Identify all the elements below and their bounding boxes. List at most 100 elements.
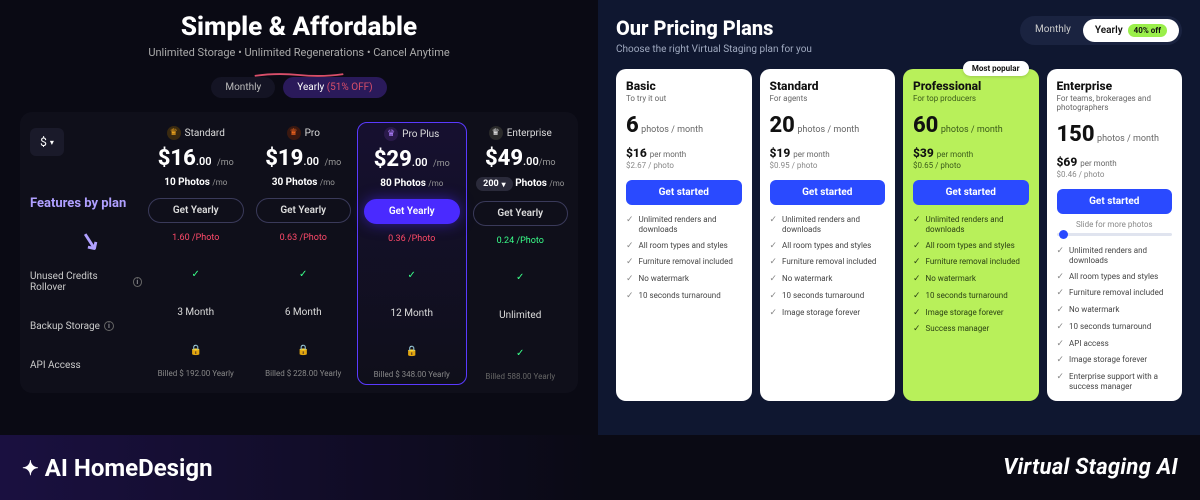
feature-rollover: Unused Credits Rolloveri — [30, 271, 142, 293]
check-icon: ✓ — [626, 257, 634, 269]
arrow-swoop-icon: ↘ — [77, 224, 103, 259]
plan-tagline: To try it out — [626, 94, 742, 103]
per-photo-price: $0.65 / photo — [913, 161, 1029, 170]
check-icon: ✓ — [913, 308, 921, 320]
per-photo-price: 1.60 /Photo — [148, 233, 244, 243]
check-icon: ✓ — [364, 268, 460, 282]
check-icon: ✓ — [1057, 355, 1065, 367]
plans-grid: $▾ Features by plan ↘ Unused Credits Rol… — [20, 112, 578, 393]
info-icon[interactable]: i — [104, 321, 114, 331]
currency-selector[interactable]: $▾ — [30, 128, 64, 156]
plan-name: Professional — [913, 79, 1029, 93]
feature-item: ✓No watermark — [1057, 305, 1173, 317]
feature-item: ✓Unlimited renders and downloads — [913, 215, 1029, 236]
toggle-yearly[interactable]: Yearly40% off — [1083, 19, 1179, 42]
get-yearly-button[interactable]: Get Yearly — [364, 199, 460, 224]
lock-icon: 🔒 — [364, 344, 460, 358]
crown-icon: ♛ — [287, 126, 301, 140]
feature-item: ✓Unlimited renders and downloads — [1057, 246, 1173, 267]
feature-item: ✓All room types and styles — [626, 241, 742, 253]
get-started-button[interactable]: Get started — [626, 180, 742, 205]
toggle-yearly[interactable]: Yearly (51% OFF) — [283, 77, 386, 98]
virtual-staging-panel: Our Pricing Plans Choose the right Virtu… — [598, 0, 1200, 435]
toggle-monthly[interactable]: Monthly — [1023, 19, 1083, 42]
check-icon: ✓ — [1057, 272, 1065, 284]
get-yearly-button[interactable]: Get Yearly — [148, 198, 244, 223]
plan-card-enterprise: EnterpriseFor teams, brokerages and phot… — [1047, 69, 1183, 401]
check-icon: ✓ — [770, 308, 778, 320]
plan-enterprise: ♛Enterprise $49.00/mo 200▾ Photos /mo Ge… — [467, 122, 575, 385]
check-icon: ✓ — [770, 274, 778, 286]
feature-item: ✓All room types and styles — [770, 241, 886, 253]
photos-selector[interactable]: 200▾ — [476, 177, 513, 191]
plan-card-basic: BasicTo try it out6 photos / month$16 pe… — [616, 69, 752, 401]
feature-item: ✓Enterprise support with a success manag… — [1057, 372, 1173, 393]
check-icon: ✓ — [913, 291, 921, 303]
feature-item: ✓Unlimited renders and downloads — [770, 215, 886, 236]
per-photo-price: $0.95 / photo — [770, 161, 886, 170]
feature-item: ✓Image storage forever — [1057, 355, 1173, 367]
left-title: Simple & Affordable — [20, 12, 578, 42]
check-icon: ✓ — [1057, 288, 1065, 300]
features-column: $▾ Features by plan ↘ Unused Credits Rol… — [24, 122, 142, 385]
billing-toggle: Monthly Yearly40% off — [1020, 16, 1182, 45]
check-icon: ✓ — [473, 346, 569, 360]
feature-item: ✓Furniture removal included — [626, 257, 742, 269]
check-icon: ✓ — [1057, 322, 1065, 334]
get-yearly-button[interactable]: Get Yearly — [473, 201, 569, 226]
plan-standard: ♛Standard $16.00 /mo 10 Photos /mo Get Y… — [142, 122, 250, 385]
right-subtitle: Choose the right Virtual Staging plan fo… — [616, 44, 812, 55]
check-icon: ✓ — [913, 257, 921, 269]
check-icon: ✓ — [770, 215, 778, 227]
check-icon: ✓ — [626, 274, 634, 286]
get-started-button[interactable]: Get started — [1057, 189, 1173, 214]
sparkle-icon: ✦ — [22, 456, 39, 480]
lock-icon: 🔒 — [148, 343, 244, 357]
per-photo-price: 0.63 /Photo — [256, 233, 352, 243]
feature-item: ✓10 seconds turnaround — [626, 291, 742, 303]
feature-item: ✓Image storage forever — [770, 308, 886, 320]
underline-scribble — [239, 63, 359, 69]
plan-tagline: For agents — [770, 94, 886, 103]
check-icon: ✓ — [626, 291, 634, 303]
feature-item: ✓Furniture removal included — [913, 257, 1029, 269]
plan-tagline: For top producers — [913, 94, 1029, 103]
get-started-button[interactable]: Get started — [913, 180, 1029, 205]
check-icon: ✓ — [1057, 305, 1065, 317]
plan-name: Standard — [770, 79, 886, 93]
check-icon: ✓ — [626, 215, 634, 227]
popular-badge: Most popular — [963, 61, 1029, 76]
get-started-button[interactable]: Get started — [770, 180, 886, 205]
photos-slider[interactable] — [1057, 233, 1173, 236]
toggle-monthly[interactable]: Monthly — [211, 77, 275, 98]
crown-icon: ♛ — [384, 127, 398, 141]
get-yearly-button[interactable]: Get Yearly — [256, 198, 352, 223]
plan-pro: ♛Pro $19.00 /mo 30 Photos /mo Get Yearly… — [250, 122, 358, 385]
plan-tagline: For teams, brokerages and photographers — [1057, 94, 1173, 112]
feature-item: ✓10 seconds turnaround — [913, 291, 1029, 303]
check-icon: ✓ — [770, 291, 778, 303]
plan-card-standard: StandardFor agents20 photos / month$19 p… — [760, 69, 896, 401]
crown-icon: ♛ — [167, 126, 181, 140]
feature-item: ✓No watermark — [913, 274, 1029, 286]
feature-item: ✓API access — [1057, 339, 1173, 351]
brand-virtual-staging: Virtual Staging AI — [1003, 455, 1178, 480]
feature-item: ✓Furniture removal included — [770, 257, 886, 269]
lock-icon: 🔒 — [256, 343, 352, 357]
feature-item: ✓10 seconds turnaround — [770, 291, 886, 303]
check-icon: ✓ — [770, 257, 778, 269]
plan-card-professional: Most popularProfessionalFor top producer… — [903, 69, 1039, 401]
check-icon: ✓ — [473, 270, 569, 284]
check-icon: ✓ — [256, 267, 352, 281]
plan-name: Enterprise — [1057, 79, 1173, 93]
chevron-down-icon: ▾ — [502, 180, 506, 189]
feature-item: ✓No watermark — [770, 274, 886, 286]
check-icon: ✓ — [913, 215, 921, 227]
brand-ai-homedesign: ✦ AI HomeDesign — [22, 454, 213, 482]
info-icon[interactable]: i — [133, 277, 142, 287]
feature-item: ✓10 seconds turnaround — [1057, 322, 1173, 334]
feature-item: ✓No watermark — [626, 274, 742, 286]
features-header: Features by plan ↘ — [30, 196, 142, 213]
feature-item: ✓Unlimited renders and downloads — [626, 215, 742, 236]
per-photo-price: 0.24 /Photo — [473, 236, 569, 246]
